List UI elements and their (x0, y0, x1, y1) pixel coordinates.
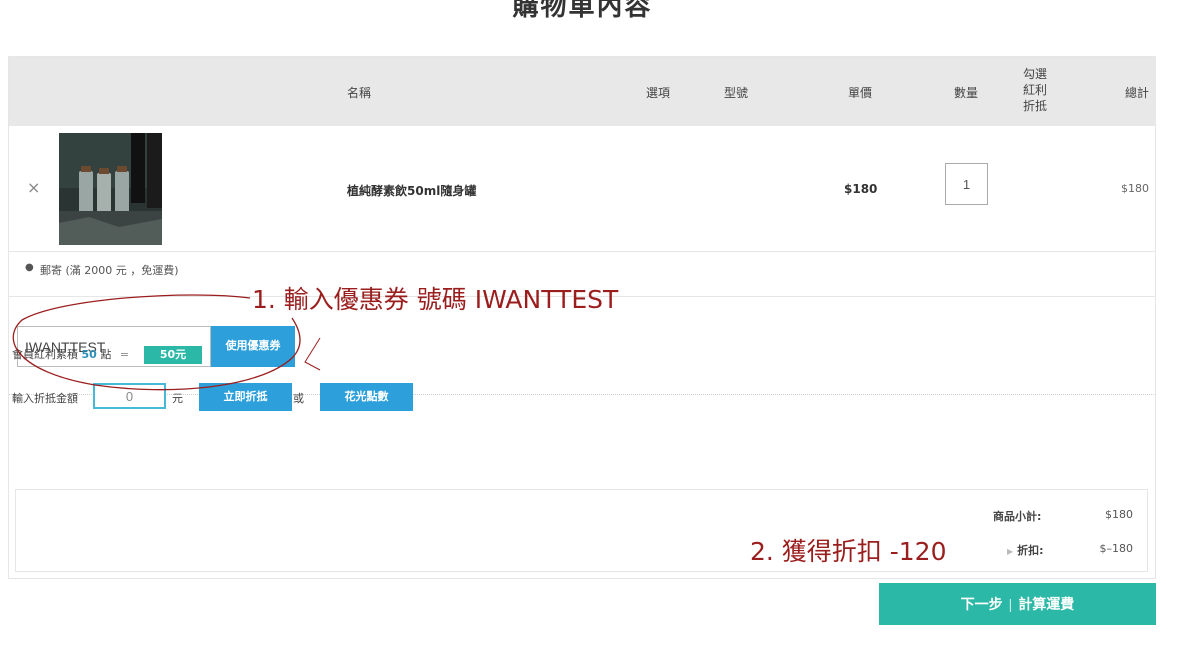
redeem-amount-input[interactable] (93, 383, 166, 409)
header-bonus-line2: 紅利 (1022, 83, 1047, 97)
next-label-part2: 計算運費 (1018, 596, 1075, 612)
header-quantity: 數量 (954, 86, 979, 100)
table-row: × 植純酵素飲50ml隨身罐 $180 $180 (9, 126, 1156, 252)
row-total: $180 (1121, 182, 1149, 195)
bullet-icon: ● (25, 262, 34, 273)
redeem-unit: 元 (172, 392, 183, 405)
header-option: 選項 (646, 86, 671, 100)
subtotal-label: 商品小計: (993, 510, 1042, 523)
points-prefix: 會員紅利累積 (12, 348, 78, 361)
header-bonus: 勾選 紅利 折抵 (1020, 66, 1050, 114)
caret-right-icon: ▶ (1007, 547, 1014, 556)
header-name: 名稱 (347, 86, 372, 100)
next-label-part1: 下一步 (960, 596, 1003, 612)
header-bonus-line1: 勾選 (1022, 67, 1047, 81)
points-value-badge: 50元 (144, 346, 202, 364)
spend-all-points-button[interactable]: 花光點數 (320, 383, 413, 411)
shipping-text: 郵寄 (滿 2000 元 ，免運費) (40, 264, 179, 277)
table-header: 名稱 選項 型號 單價 數量 勾選 紅利 折抵 總計 (9, 57, 1156, 126)
or-text: 或 (293, 392, 304, 405)
header-model: 型號 (724, 86, 749, 100)
annotation-step1: 1. 輸入優惠券 號碼 IWANTTEST (252, 285, 619, 314)
points-unit: 點 (100, 348, 112, 361)
apply-coupon-button[interactable]: 使用優惠券 (211, 326, 295, 367)
order-summary: 商品小計: $180 ▶ 折扣: $–180 (15, 489, 1148, 572)
subtotal-value: $180 (1105, 508, 1133, 521)
next-step-button[interactable]: 下一步 | 計算運費 (879, 583, 1156, 625)
discount-value: $–180 (1099, 542, 1134, 555)
page-title: 購物車內容 (512, 0, 653, 22)
header-total: 總計 (1125, 86, 1150, 100)
points-count: 50 (81, 348, 97, 361)
quantity-input[interactable] (945, 163, 988, 205)
redeem-label: 輸入折抵金額 (12, 392, 78, 405)
apply-redeem-button[interactable]: 立即折抵 (199, 383, 292, 411)
product-image (59, 133, 162, 245)
unit-price: $180 (844, 182, 878, 196)
annotation-step2: 2. 獲得折扣 -120 (750, 537, 947, 566)
discount-label: 折扣: (1017, 544, 1044, 557)
discount-label-wrap: ▶ 折扣: (1007, 542, 1044, 558)
points-equals: = (119, 348, 130, 361)
member-points: 會員紅利累積 50 點 = (12, 346, 134, 362)
header-unit-price: 單價 (848, 86, 873, 100)
remove-item-icon[interactable]: × (27, 178, 40, 197)
next-separator: | (1008, 596, 1013, 612)
header-bonus-line3: 折抵 (1022, 99, 1047, 113)
product-name[interactable]: 植純酵素飲50ml隨身罐 (347, 182, 476, 199)
